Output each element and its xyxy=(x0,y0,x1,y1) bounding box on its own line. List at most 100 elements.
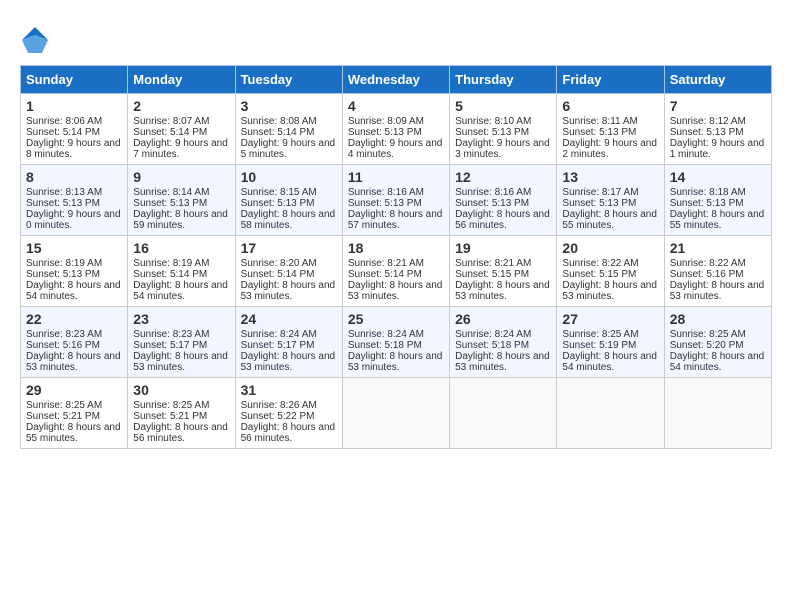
sunrise: Sunrise: 8:10 AM xyxy=(455,116,531,127)
day-number: 8 xyxy=(26,169,122,185)
sunset: Sunset: 5:15 PM xyxy=(562,269,636,280)
sunset: Sunset: 5:13 PM xyxy=(455,127,529,138)
calendar-cell: 26Sunrise: 8:24 AMSunset: 5:18 PMDayligh… xyxy=(450,307,557,378)
sunrise: Sunrise: 8:25 AM xyxy=(133,400,209,411)
calendar-cell: 8Sunrise: 8:13 AMSunset: 5:13 PMDaylight… xyxy=(21,165,128,236)
sunset: Sunset: 5:15 PM xyxy=(455,269,529,280)
daylight: Daylight: 9 hours and 2 minutes. xyxy=(562,138,657,160)
day-number: 28 xyxy=(670,311,766,327)
sunset: Sunset: 5:14 PM xyxy=(26,127,100,138)
sunrise: Sunrise: 8:11 AM xyxy=(562,116,637,127)
calendar-week-row: 15Sunrise: 8:19 AMSunset: 5:13 PMDayligh… xyxy=(21,236,772,307)
sunset: Sunset: 5:22 PM xyxy=(241,411,315,422)
sunrise: Sunrise: 8:16 AM xyxy=(348,187,424,198)
sunrise: Sunrise: 8:19 AM xyxy=(133,258,209,269)
calendar-cell xyxy=(342,378,449,449)
calendar-cell: 24Sunrise: 8:24 AMSunset: 5:17 PMDayligh… xyxy=(235,307,342,378)
calendar-cell: 6 Sunrise: 8:11 AMSunset: 5:13 PMDaylight… xyxy=(557,94,664,165)
sunset: Sunset: 5:14 PM xyxy=(241,127,315,138)
sunrise: Sunrise: 8:07 AM xyxy=(133,116,209,127)
day-number: 7 xyxy=(670,98,766,114)
sunset: Sunset: 5:13 PM xyxy=(670,127,744,138)
daylight: Daylight: 8 hours and 53 minutes. xyxy=(241,351,336,373)
calendar-cell: 25Sunrise: 8:24 AMSunset: 5:18 PMDayligh… xyxy=(342,307,449,378)
daylight: Daylight: 9 hours and 7 minutes. xyxy=(133,138,228,160)
calendar-cell: 30Sunrise: 8:25 AMSunset: 5:21 PMDayligh… xyxy=(128,378,235,449)
daylight: Daylight: 8 hours and 53 minutes. xyxy=(455,280,550,302)
calendar-cell xyxy=(664,378,771,449)
calendar-cell: 22Sunrise: 8:23 AMSunset: 5:16 PMDayligh… xyxy=(21,307,128,378)
daylight: Daylight: 9 hours and 8 minutes. xyxy=(26,138,121,160)
calendar-cell: 2Sunrise: 8:07 AMSunset: 5:14 PMDaylight… xyxy=(128,94,235,165)
calendar-cell: 21Sunrise: 8:22 AMSunset: 5:16 PMDayligh… xyxy=(664,236,771,307)
calendar-cell: 11Sunrise: 8:16 AMSunset: 5:13 PMDayligh… xyxy=(342,165,449,236)
day-number: 5 xyxy=(455,98,551,114)
calendar-week-row: 29Sunrise: 8:25 AMSunset: 5:21 PMDayligh… xyxy=(21,378,772,449)
sunset: Sunset: 5:20 PM xyxy=(670,340,744,351)
sunrise: Sunrise: 8:24 AM xyxy=(455,329,531,340)
sunrise: Sunrise: 8:14 AM xyxy=(133,187,209,198)
daylight: Daylight: 8 hours and 57 minutes. xyxy=(348,209,443,231)
sunrise: Sunrise: 8:09 AM xyxy=(348,116,424,127)
sunrise: Sunrise: 8:13 AM xyxy=(26,187,102,198)
day-number: 25 xyxy=(348,311,444,327)
day-number: 18 xyxy=(348,240,444,256)
daylight: Daylight: 8 hours and 55 minutes. xyxy=(562,209,657,231)
day-number: 29 xyxy=(26,382,122,398)
daylight: Daylight: 8 hours and 54 minutes. xyxy=(133,280,228,302)
logo xyxy=(20,25,54,55)
calendar-table: SundayMondayTuesdayWednesdayThursdayFrid… xyxy=(20,65,772,449)
calendar-cell: 12Sunrise: 8:16 AMSunset: 5:13 PMDayligh… xyxy=(450,165,557,236)
sunset: Sunset: 5:13 PM xyxy=(348,198,422,209)
sunset: Sunset: 5:13 PM xyxy=(348,127,422,138)
sunset: Sunset: 5:17 PM xyxy=(133,340,207,351)
sunrise: Sunrise: 8:06 AM xyxy=(26,116,102,127)
calendar-cell: 9Sunrise: 8:14 AMSunset: 5:13 PMDaylight… xyxy=(128,165,235,236)
calendar-cell: 31Sunrise: 8:26 AMSunset: 5:22 PMDayligh… xyxy=(235,378,342,449)
daylight: Daylight: 9 hours and 1 minute. xyxy=(670,138,765,160)
sunset: Sunset: 5:13 PM xyxy=(241,198,315,209)
daylight: Daylight: 9 hours and 3 minutes. xyxy=(455,138,550,160)
sunset: Sunset: 5:18 PM xyxy=(348,340,422,351)
daylight: Daylight: 8 hours and 53 minutes. xyxy=(241,280,336,302)
sunset: Sunset: 5:14 PM xyxy=(133,269,207,280)
sunset: Sunset: 5:13 PM xyxy=(562,127,636,138)
sunrise: Sunrise: 8:19 AM xyxy=(26,258,102,269)
day-number: 3 xyxy=(241,98,337,114)
daylight: Daylight: 9 hours and 4 minutes. xyxy=(348,138,443,160)
sunrise: Sunrise: 8:12 AM xyxy=(670,116,746,127)
sunrise: Sunrise: 8:17 AM xyxy=(562,187,638,198)
sunset: Sunset: 5:16 PM xyxy=(670,269,744,280)
calendar-cell: 7 Sunrise: 8:12 AMSunset: 5:13 PMDaylight… xyxy=(664,94,771,165)
sunrise: Sunrise: 8:18 AM xyxy=(670,187,746,198)
day-number: 20 xyxy=(562,240,658,256)
daylight: Daylight: 8 hours and 53 minutes. xyxy=(26,351,121,373)
weekday-header: Friday xyxy=(557,66,664,94)
daylight: Daylight: 8 hours and 53 minutes. xyxy=(348,280,443,302)
day-number: 17 xyxy=(241,240,337,256)
daylight: Daylight: 8 hours and 58 minutes. xyxy=(241,209,336,231)
sunrise: Sunrise: 8:15 AM xyxy=(241,187,317,198)
daylight: Daylight: 8 hours and 54 minutes. xyxy=(26,280,121,302)
sunrise: Sunrise: 8:22 AM xyxy=(670,258,746,269)
calendar-week-row: 22Sunrise: 8:23 AMSunset: 5:16 PMDayligh… xyxy=(21,307,772,378)
calendar-cell xyxy=(450,378,557,449)
sunrise: Sunrise: 8:24 AM xyxy=(348,329,424,340)
day-number: 9 xyxy=(133,169,229,185)
day-number: 10 xyxy=(241,169,337,185)
calendar-cell: 20Sunrise: 8:22 AMSunset: 5:15 PMDayligh… xyxy=(557,236,664,307)
day-number: 1 xyxy=(26,98,122,114)
sunset: Sunset: 5:13 PM xyxy=(455,198,529,209)
calendar-week-row: 1Sunrise: 8:06 AMSunset: 5:14 PMDaylight… xyxy=(21,94,772,165)
calendar-cell: 10 Sunrise: 8:15 AMSunset: 5:13 PMDayligh… xyxy=(235,165,342,236)
calendar-week-row: 8Sunrise: 8:13 AMSunset: 5:13 PMDaylight… xyxy=(21,165,772,236)
daylight: Daylight: 8 hours and 53 minutes. xyxy=(133,351,228,373)
sunset: Sunset: 5:18 PM xyxy=(455,340,529,351)
day-number: 6 xyxy=(562,98,658,114)
daylight: Daylight: 8 hours and 55 minutes. xyxy=(670,209,765,231)
daylight: Daylight: 8 hours and 55 minutes. xyxy=(26,422,121,444)
sunset: Sunset: 5:14 PM xyxy=(348,269,422,280)
day-number: 19 xyxy=(455,240,551,256)
sunset: Sunset: 5:14 PM xyxy=(133,127,207,138)
day-number: 21 xyxy=(670,240,766,256)
